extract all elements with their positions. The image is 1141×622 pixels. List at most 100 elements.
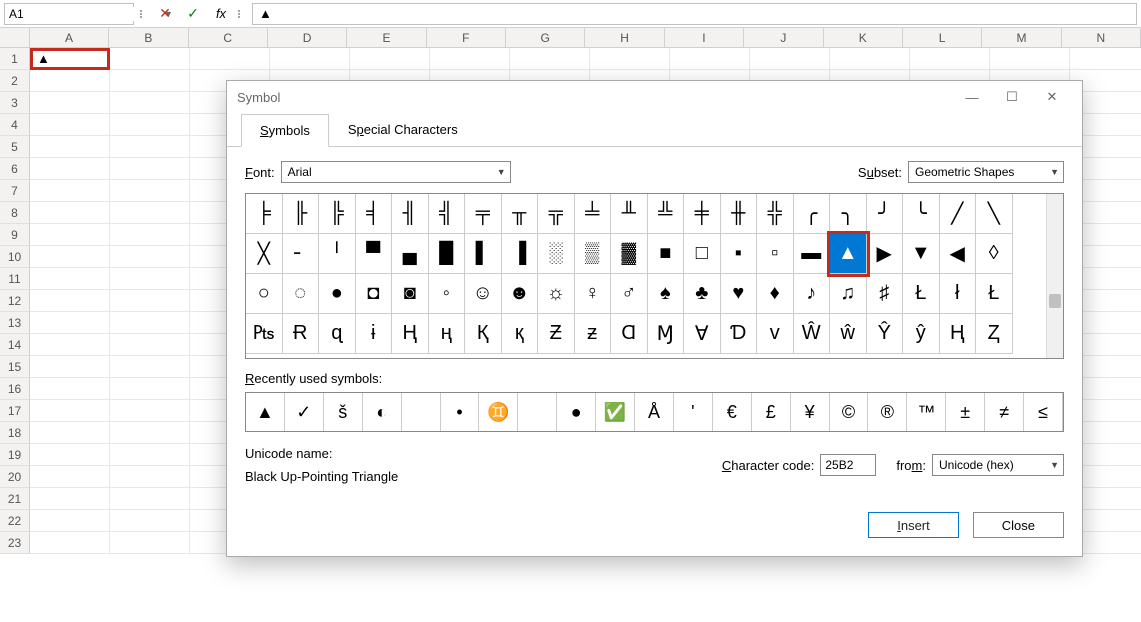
symbol-cell[interactable]: ╩ — [648, 194, 685, 234]
column-header[interactable]: C — [189, 28, 268, 47]
cell[interactable] — [30, 466, 110, 488]
symbol-cell[interactable]: ♠ — [648, 274, 685, 314]
symbol-cell[interactable]: ╴ — [283, 234, 320, 274]
symbol-cell[interactable]: ╟ — [283, 194, 320, 234]
symbol-cell[interactable]: ɋ — [319, 314, 356, 354]
recent-symbol-cell[interactable]: ® — [868, 393, 907, 431]
font-combo[interactable]: Arial ▼ — [281, 161, 511, 183]
row-header[interactable]: 15 — [0, 356, 30, 378]
symbol-cell[interactable]: ╯ — [867, 194, 904, 234]
recent-symbol-cell[interactable]: š — [324, 393, 363, 431]
symbol-cell[interactable]: ╡ — [356, 194, 393, 234]
column-header[interactable]: N — [1062, 28, 1141, 47]
symbol-cell[interactable]: ☻ — [502, 274, 539, 314]
cell[interactable] — [110, 444, 190, 466]
symbol-cell[interactable]: ♦ — [757, 274, 794, 314]
symbol-cell[interactable]: ▲ — [830, 234, 867, 274]
column-header[interactable]: A — [30, 28, 109, 47]
cell[interactable] — [30, 334, 110, 356]
symbol-cell[interactable]: ƶ — [575, 314, 612, 354]
cell[interactable] — [30, 312, 110, 334]
recent-symbol-cell[interactable]: ' — [674, 393, 713, 431]
cell[interactable] — [30, 114, 110, 136]
column-header[interactable]: E — [347, 28, 426, 47]
cell[interactable] — [30, 510, 110, 532]
symbol-cell[interactable]: ▄ — [392, 234, 429, 274]
cell[interactable] — [110, 290, 190, 312]
symbol-cell[interactable]: ▼ — [903, 234, 940, 274]
cell[interactable] — [110, 136, 190, 158]
row-header[interactable]: 19 — [0, 444, 30, 466]
symbol-cell[interactable]: ☺ — [465, 274, 502, 314]
cell[interactable] — [830, 48, 910, 70]
minimize-button[interactable]: — — [952, 81, 992, 113]
close-button[interactable]: Close — [973, 512, 1064, 538]
symbol-cell[interactable]: ╭ — [794, 194, 831, 234]
cell[interactable] — [30, 532, 110, 554]
symbol-cell[interactable]: ╮ — [830, 194, 867, 234]
symbol-cell[interactable]: ╪ — [684, 194, 721, 234]
cell[interactable] — [670, 48, 750, 70]
column-header[interactable]: K — [824, 28, 903, 47]
cell[interactable] — [30, 92, 110, 114]
symbol-cell[interactable]: ╤ — [465, 194, 502, 234]
row-header[interactable]: 4 — [0, 114, 30, 136]
cell[interactable] — [350, 48, 430, 70]
cell[interactable] — [110, 158, 190, 180]
symbol-cell[interactable]: ╢ — [392, 194, 429, 234]
cell[interactable] — [510, 48, 590, 70]
cell[interactable] — [110, 422, 190, 444]
symbol-cell[interactable]: Ƶ — [538, 314, 575, 354]
recent-symbol-cell[interactable]: ¥ — [791, 393, 830, 431]
symbol-cell[interactable]: ♥ — [721, 274, 758, 314]
row-header[interactable]: 16 — [0, 378, 30, 400]
row-header[interactable]: 21 — [0, 488, 30, 510]
symbol-cell[interactable]: ♂ — [611, 274, 648, 314]
cancel-formula-button[interactable]: ✕ — [154, 3, 176, 25]
symbol-cell[interactable]: ᴠ — [757, 314, 794, 354]
accept-formula-button[interactable]: ✓ — [182, 3, 204, 25]
symbol-cell[interactable]: Ң — [392, 314, 429, 354]
cell[interactable] — [30, 246, 110, 268]
cell[interactable] — [30, 158, 110, 180]
symbol-cell[interactable]: Ⱨ — [940, 314, 977, 354]
symbol-cell[interactable]: ■ — [648, 234, 685, 274]
symbol-cell[interactable]: ╠ — [319, 194, 356, 234]
symbol-cell[interactable]: ╞ — [246, 194, 283, 234]
symbol-cell[interactable]: ◊ — [976, 234, 1013, 274]
column-header[interactable]: M — [982, 28, 1061, 47]
recent-symbol-cell[interactable]: £ — [752, 393, 791, 431]
row-header[interactable]: 14 — [0, 334, 30, 356]
symbol-cell[interactable]: ₧ — [246, 314, 283, 354]
row-header[interactable]: 5 — [0, 136, 30, 158]
symbol-cell[interactable]: ╫ — [721, 194, 758, 234]
cell[interactable] — [430, 48, 510, 70]
column-header[interactable]: D — [268, 28, 347, 47]
symbol-cell[interactable]: █ — [429, 234, 466, 274]
cell[interactable] — [30, 400, 110, 422]
cell[interactable] — [30, 444, 110, 466]
row-header[interactable]: 2 — [0, 70, 30, 92]
cell[interactable] — [30, 202, 110, 224]
recent-symbol-cell[interactable] — [402, 393, 441, 431]
select-all-corner[interactable] — [0, 28, 30, 47]
cell[interactable] — [110, 70, 190, 92]
recent-symbol-cell[interactable]: ♊ — [479, 393, 518, 431]
symbol-cell[interactable]: ɨ — [356, 314, 393, 354]
formula-input[interactable]: ▲ — [252, 3, 1137, 25]
symbol-cell[interactable]: ▌ — [465, 234, 502, 274]
cell[interactable] — [30, 356, 110, 378]
symbol-cell[interactable]: ▒ — [575, 234, 612, 274]
cell[interactable] — [110, 246, 190, 268]
cell[interactable] — [30, 268, 110, 290]
cell[interactable] — [110, 510, 190, 532]
recent-symbol-cell[interactable]: ◐ — [363, 393, 402, 431]
column-header[interactable]: F — [427, 28, 506, 47]
symbol-cell[interactable]: ♫ — [830, 274, 867, 314]
column-header[interactable]: I — [665, 28, 744, 47]
column-header[interactable]: J — [744, 28, 823, 47]
cell[interactable] — [30, 180, 110, 202]
symbol-cell[interactable]: ░ — [538, 234, 575, 274]
column-header[interactable]: B — [109, 28, 188, 47]
cell[interactable] — [110, 532, 190, 554]
